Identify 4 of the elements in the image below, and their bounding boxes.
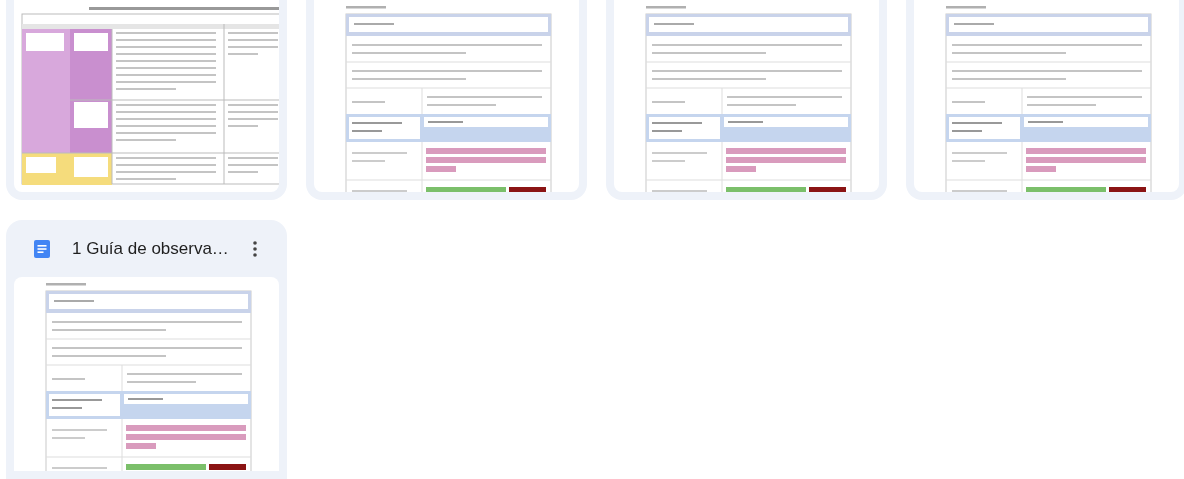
file-card[interactable]: 1 Guía de observa… bbox=[6, 220, 287, 479]
more-vertical-icon bbox=[253, 240, 257, 257]
file-title: 1 Guía de observa… bbox=[72, 237, 230, 260]
document-icon bbox=[34, 239, 50, 258]
